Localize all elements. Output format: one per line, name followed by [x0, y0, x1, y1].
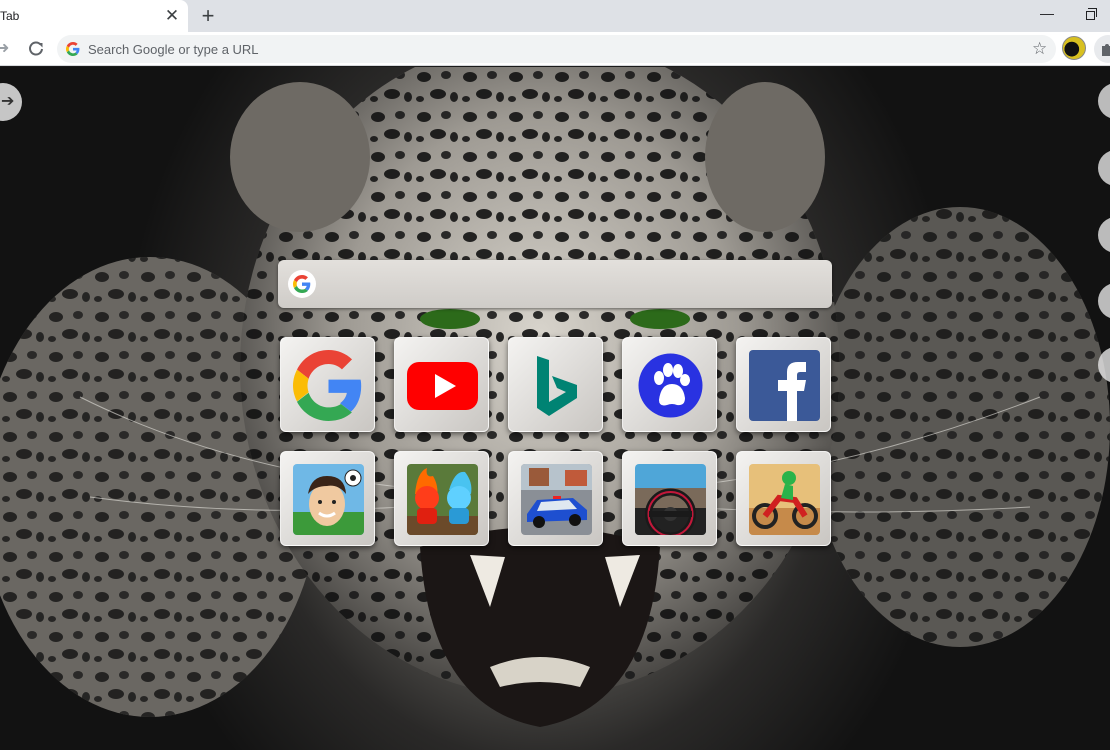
- active-tab[interactable]: Tab ✕: [0, 0, 188, 32]
- restore-button[interactable]: [1068, 0, 1110, 30]
- browser-toolbar: ➜ Search Google or type a URL ☆: [0, 32, 1110, 66]
- omnibox-placeholder: Search Google or type a URL: [88, 42, 259, 57]
- page-search-box[interactable]: [278, 260, 832, 308]
- tab-close-icon[interactable]: ✕: [162, 6, 182, 26]
- new-tab-page: ➔: [0, 67, 1110, 750]
- shortcut-facebook[interactable]: [736, 337, 831, 432]
- google-g-icon: [288, 270, 316, 298]
- shortcut-baidu[interactable]: [622, 337, 717, 432]
- shortcut-police-car-game[interactable]: [508, 451, 603, 546]
- bing-icon: [521, 350, 592, 421]
- motocross-game-icon: [749, 464, 820, 535]
- extensions-button[interactable]: [1094, 35, 1110, 63]
- puzzle-icon: [1102, 44, 1110, 56]
- minimize-button[interactable]: —: [1024, 0, 1070, 30]
- fire-water-game-icon: [407, 464, 478, 535]
- shortcut-motocross-game[interactable]: [736, 451, 831, 546]
- shortcut-google[interactable]: [280, 337, 375, 432]
- profile-avatar[interactable]: [1062, 36, 1086, 60]
- arrow-icon: ➔: [1, 93, 15, 110]
- google-icon: [293, 350, 364, 421]
- new-tab-button[interactable]: +: [196, 5, 220, 27]
- omnibox[interactable]: Search Google or type a URL ☆: [57, 35, 1056, 63]
- police-car-game-icon: [521, 464, 592, 535]
- reload-icon[interactable]: [26, 39, 46, 59]
- shortcut-bing[interactable]: [508, 337, 603, 432]
- tab-strip: Tab ✕ + —: [0, 0, 1110, 32]
- facebook-icon: [749, 350, 820, 421]
- soccer-player-game-icon: [293, 464, 364, 535]
- tab-title: Tab: [0, 9, 20, 23]
- shortcut-soccer-game[interactable]: [280, 451, 375, 546]
- forward-arrow-icon[interactable]: ➜: [0, 38, 9, 58]
- baidu-paw-icon: [635, 350, 706, 421]
- shortcut-fire-water-game[interactable]: [394, 451, 489, 546]
- shortcut-youtube[interactable]: [394, 337, 489, 432]
- steering-wheel-game-icon: [635, 464, 706, 535]
- shortcut-driving-game[interactable]: [622, 451, 717, 546]
- google-g-icon: [66, 42, 80, 56]
- bookmark-star-icon[interactable]: ☆: [1032, 39, 1047, 59]
- youtube-icon: [407, 350, 478, 421]
